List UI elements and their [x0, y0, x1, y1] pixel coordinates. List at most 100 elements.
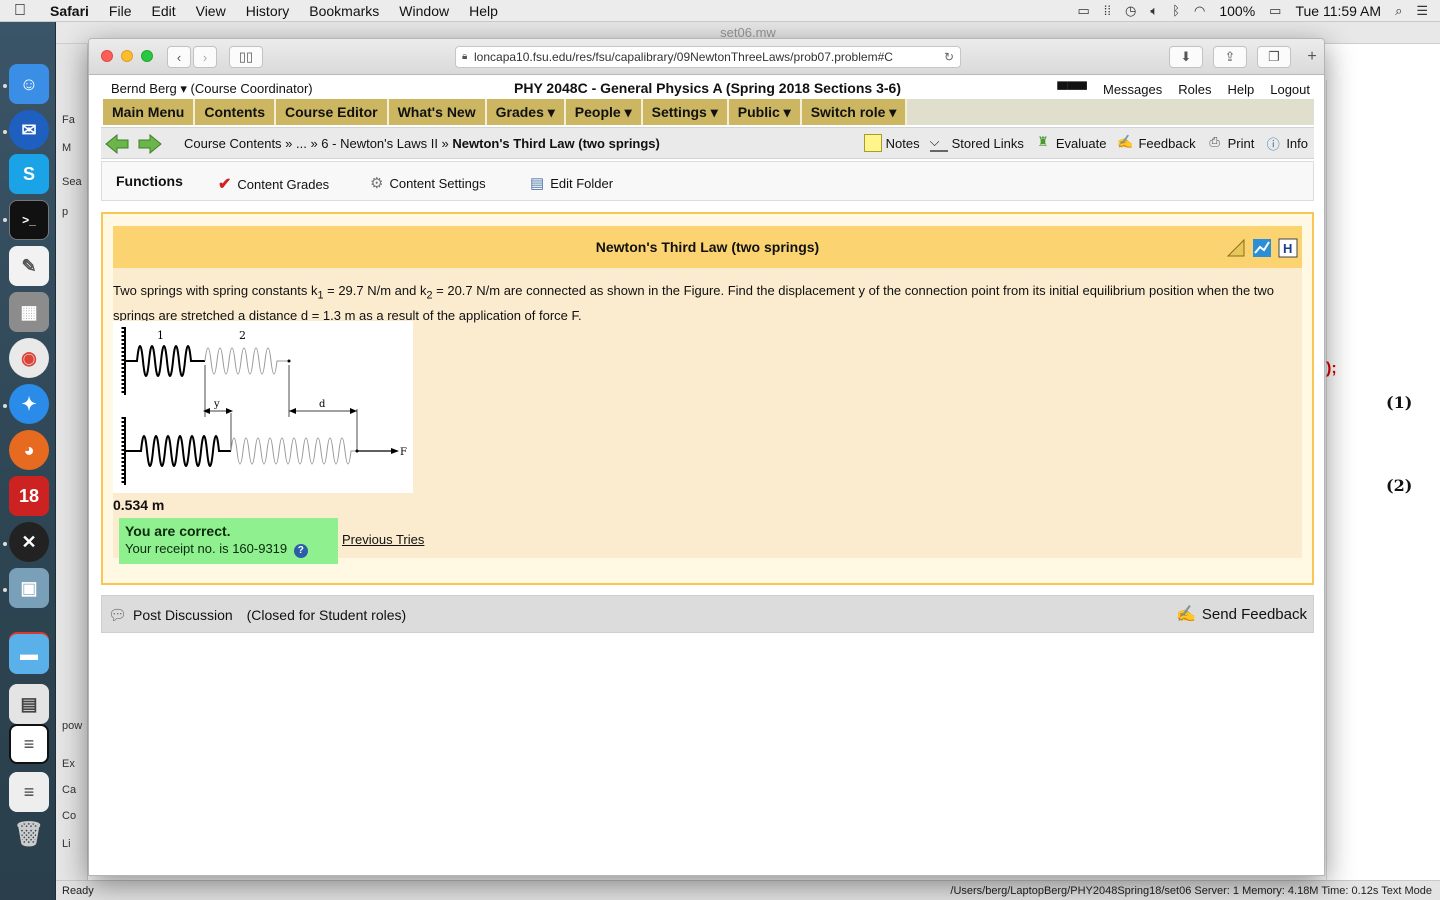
document-thumbnail-icon[interactable]: ▤	[9, 684, 49, 724]
terminal-icon[interactable]: >_	[9, 200, 49, 240]
previous-arrow-icon[interactable]	[104, 134, 130, 154]
zoom-window-button[interactable]	[141, 50, 153, 62]
palette-label[interactable]: Co	[62, 810, 76, 822]
breadcrumb-path[interactable]: Course Contents » ... » 6 - Newton's Law…	[184, 136, 452, 151]
wifi-icon[interactable]: ◠	[1194, 3, 1205, 19]
firefox-icon[interactable]: ◕	[9, 430, 49, 470]
calculator-icon[interactable]: ▦	[9, 292, 49, 332]
share-icon[interactable]: ⇪	[1213, 46, 1247, 68]
nav-switch-role[interactable]: Switch role ▾	[801, 99, 908, 125]
notes-button[interactable]: Notes	[863, 134, 920, 152]
notification-center-icon[interactable]: ☰	[1416, 3, 1428, 19]
palette-label[interactable]: Ca	[62, 784, 76, 796]
thunderbird-icon[interactable]: ✉	[9, 110, 49, 150]
menu-app-safari[interactable]: Safari	[40, 3, 99, 19]
safari-icon[interactable]: ✦	[9, 384, 49, 424]
maple-icon[interactable]: 18	[9, 476, 49, 516]
close-window-button[interactable]	[101, 50, 113, 62]
previous-tries-link[interactable]: Previous Tries	[342, 532, 424, 547]
feedback-button[interactable]: ✍ Feedback	[1116, 134, 1195, 152]
menu-window[interactable]: Window	[389, 3, 459, 19]
nav-whats-new[interactable]: What's New	[388, 99, 487, 125]
menu-file[interactable]: File	[99, 3, 142, 19]
equation-number-1: (1)	[1386, 393, 1413, 412]
battery-icon[interactable]: ▭	[1269, 3, 1281, 19]
chrome-icon[interactable]: ◉	[9, 338, 49, 378]
palette-label[interactable]: Sea	[62, 176, 82, 188]
y-arrow-right	[226, 408, 233, 414]
link-messages[interactable]: Messages	[1103, 82, 1162, 97]
link-help[interactable]: Help	[1227, 82, 1254, 97]
bluetooth-dots-icon[interactable]: ⁞⁞	[1104, 3, 1111, 18]
palette-sidebar[interactable]: Fa M Sea p pow Ex Ca Co Li	[56, 44, 88, 884]
palette-label[interactable]: Fa	[62, 114, 75, 126]
help-icon[interactable]: ?	[293, 544, 308, 558]
sidebar-toggle-icon[interactable]: ▯▯	[229, 46, 263, 68]
preview-icon[interactable]: ▣	[9, 568, 49, 608]
post-discussion-link[interactable]: Post Discussion	[133, 607, 233, 623]
link-logout[interactable]: Logout	[1270, 82, 1310, 97]
nav-people[interactable]: People ▾	[565, 99, 643, 125]
palette-label[interactable]: Li	[62, 838, 71, 850]
palette-label[interactable]: M	[62, 142, 71, 154]
content-settings-button[interactable]: ⚙ Content Settings	[370, 174, 486, 192]
print-button[interactable]: ⎙ Print	[1206, 134, 1254, 152]
content-grades-button[interactable]: ✔ Content Grades	[218, 174, 329, 194]
downloads-icon[interactable]: ⬇	[1169, 46, 1203, 68]
textedit-icon[interactable]: ✎	[9, 246, 49, 286]
apple-icon[interactable]: 	[0, 2, 40, 20]
palette-label[interactable]: pow	[62, 720, 82, 732]
menubar-clock[interactable]: Tue 11:59 AM	[1295, 3, 1381, 19]
menu-view[interactable]: View	[186, 3, 236, 19]
airplay-icon[interactable]: ▭	[1078, 3, 1090, 19]
discussion-closed-note: (Closed for Student roles)	[246, 607, 407, 623]
nav-main-menu[interactable]: Main Menu	[103, 99, 196, 125]
link-roles[interactable]: Roles	[1178, 82, 1211, 97]
nav-grades[interactable]: Grades ▾	[486, 99, 566, 125]
tabs-overview-icon[interactable]: ❐	[1257, 46, 1291, 68]
reload-icon[interactable]: ↻	[944, 47, 954, 67]
new-tab-icon[interactable]: +	[1301, 46, 1323, 68]
document-thumbnail-icon[interactable]: ≡	[9, 772, 49, 812]
folder-icon[interactable]: ▬	[9, 634, 49, 674]
palette-label[interactable]: p	[62, 206, 68, 218]
palette-label[interactable]: Ex	[62, 758, 75, 770]
volume-icon[interactable]: 🔈︎	[1150, 3, 1158, 19]
info-button[interactable]: ⓘ Info	[1264, 134, 1308, 153]
x11-icon[interactable]: ✕	[9, 522, 49, 562]
status-details: /Users/berg/LaptopBerg/PHY2048Spring18/s…	[950, 885, 1432, 897]
stored-links-button[interactable]: ⌵ Stored Links	[929, 134, 1024, 152]
evaluate-button[interactable]: ♜ Evaluate	[1034, 134, 1106, 152]
skype-icon[interactable]: S	[9, 154, 49, 194]
nav-settings[interactable]: Settings ▾	[642, 99, 729, 125]
battery-percent[interactable]: 100%	[1219, 3, 1255, 19]
nav-public[interactable]: Public ▾	[728, 99, 802, 125]
monitor-icon[interactable]: ▀▀▀	[1057, 81, 1087, 97]
address-bar-url: loncapa10.fsu.edu/res/fsu/capalibrary/09…	[474, 50, 893, 64]
menu-edit[interactable]: Edit	[141, 3, 185, 19]
minimize-window-button[interactable]	[121, 50, 133, 62]
document-thumbnail-icon[interactable]: ≡	[9, 724, 49, 764]
spotlight-icon[interactable]: ⌕	[1395, 3, 1402, 19]
time-machine-icon[interactable]: ◷	[1125, 3, 1136, 19]
next-arrow-icon[interactable]	[137, 134, 163, 154]
top-spring-2	[204, 347, 289, 375]
menu-help[interactable]: Help	[459, 3, 508, 19]
handout-icon[interactable]: H	[1278, 238, 1298, 258]
nav-contents[interactable]: Contents	[195, 99, 277, 125]
back-icon[interactable]: ‹	[167, 46, 191, 68]
equation-number-2: (2)	[1386, 476, 1413, 495]
address-bar[interactable]: 🔒︎ loncapa10.fsu.edu/res/fsu/capalibrary…	[455, 46, 961, 68]
graph-chart-icon[interactable]	[1252, 238, 1272, 258]
finder-icon[interactable]: ☺	[9, 64, 49, 104]
bluetooth-icon[interactable]: ᛒ	[1172, 3, 1180, 18]
menu-history[interactable]: History	[236, 3, 300, 19]
trash-icon[interactable]: 🗑︎	[9, 814, 49, 854]
menu-bookmarks[interactable]: Bookmarks	[299, 3, 389, 19]
send-feedback-button[interactable]: ✍ Send Feedback	[1176, 604, 1307, 624]
edit-folder-button[interactable]: ▤ Edit Folder	[530, 174, 613, 192]
nav-course-editor[interactable]: Course Editor	[276, 99, 389, 125]
ruler-triangle-icon[interactable]	[1226, 238, 1246, 258]
forward-icon[interactable]: ›	[193, 46, 217, 68]
info-label: Info	[1286, 135, 1308, 151]
